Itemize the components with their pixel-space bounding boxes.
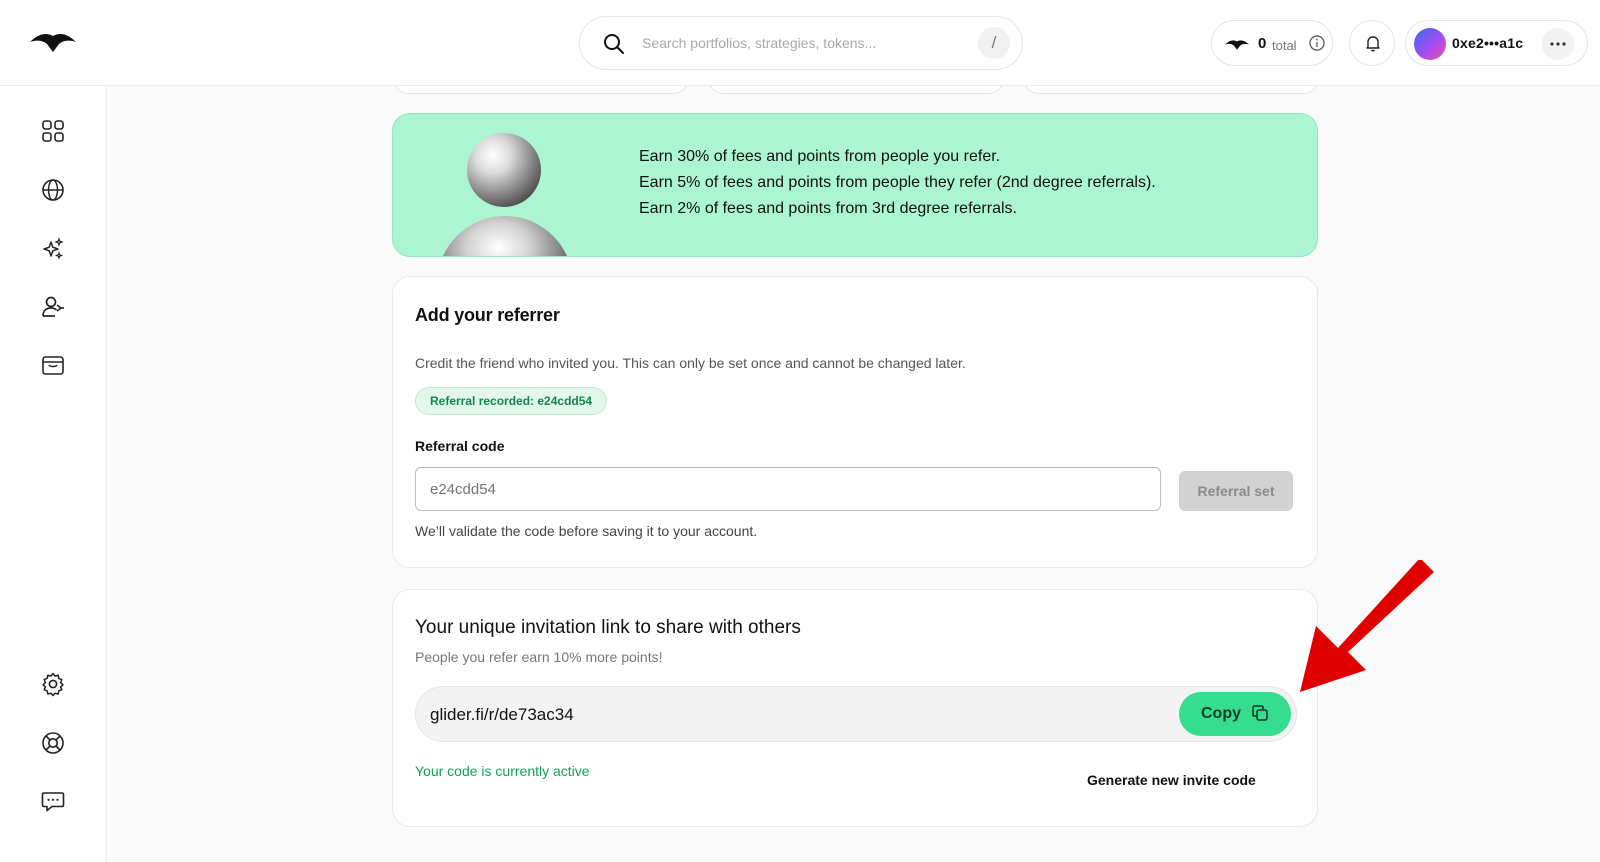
referral-status-badge: Referral recorded: e24cdd54 — [415, 387, 608, 415]
invite-link-field[interactable]: glider.fi/r/de73ac34 Copy — [415, 686, 1297, 742]
invite-card-subtitle: People you refer earn 10% more points! — [415, 649, 663, 665]
chat-icon[interactable] — [40, 788, 66, 814]
wallet-address: 0xe2•••a1c — [1452, 35, 1524, 51]
stat-card — [708, 86, 1004, 94]
glider-logo-icon[interactable] — [28, 26, 78, 56]
referral-code-label: Referral code — [415, 438, 505, 454]
points-pill[interactable]: 0 total — [1211, 20, 1333, 66]
generate-invite-code-button[interactable]: Generate new invite code — [1087, 772, 1256, 788]
dashboard-icon[interactable] — [40, 118, 66, 144]
avatar — [1414, 28, 1446, 60]
referral-rewards-banner: Earn 30% of fees and points from people … — [392, 113, 1318, 257]
add-referrer-card: Add your referrer Credit the friend who … — [392, 276, 1318, 568]
code-active-status: Your code is currently active — [415, 763, 590, 779]
referral-help-text: We’ll validate the code before saving it… — [415, 523, 758, 539]
banner-line: Earn 5% of fees and points from people t… — [639, 174, 1156, 191]
points-value: 0 — [1258, 35, 1267, 52]
main-content: Earn 30% of fees and points from people … — [108, 86, 1600, 862]
card-title: Add your referrer — [415, 305, 560, 325]
notifications-button[interactable] — [1349, 20, 1395, 66]
annotation-arrow-icon — [1300, 560, 1434, 692]
banner-line: Earn 2% of fees and points from 3rd degr… — [639, 200, 1017, 217]
referral-code-input[interactable] — [415, 467, 1161, 511]
invite-link-url[interactable]: glider.fi/r/de73ac34 — [430, 705, 574, 725]
person-illustration-head — [467, 133, 541, 207]
invite-link-card: Your unique invitation link to share wit… — [392, 589, 1318, 827]
more-options-button[interactable] — [1542, 28, 1574, 60]
sidebar — [0, 86, 107, 862]
search-placeholder[interactable]: Search portfolios, strategies, tokens... — [642, 35, 876, 51]
top-header: Search portfolios, strategies, tokens...… — [0, 0, 1600, 86]
wallet-icon[interactable] — [40, 352, 66, 378]
referral-set-button[interactable]: Referral set — [1179, 471, 1293, 511]
info-icon[interactable] — [1308, 34, 1326, 52]
more-dots-icon — [1550, 42, 1566, 46]
sparkles-icon[interactable] — [40, 236, 66, 262]
stats-cards-row — [393, 86, 1319, 94]
search-icon — [602, 32, 626, 56]
stat-card — [1023, 86, 1319, 94]
points-logo-icon — [1224, 36, 1250, 52]
settings-gear-icon[interactable] — [40, 671, 66, 697]
globe-icon[interactable] — [40, 177, 66, 203]
person-illustration-body — [437, 216, 573, 256]
copy-button[interactable]: Copy — [1179, 692, 1291, 736]
help-lifebuoy-icon[interactable] — [40, 730, 66, 756]
points-label: total — [1272, 38, 1297, 53]
search-bar[interactable]: Search portfolios, strategies, tokens...… — [579, 16, 1023, 70]
account-button[interactable]: 0xe2•••a1c — [1405, 20, 1588, 66]
stat-card — [393, 86, 689, 94]
invite-card-title: Your unique invitation link to share wit… — [415, 617, 801, 638]
copy-button-label: Copy — [1201, 705, 1241, 722]
card-description: Credit the friend who invited you. This … — [415, 355, 966, 371]
bell-icon — [1366, 36, 1380, 52]
referral-icon[interactable] — [40, 294, 66, 320]
search-shortcut-key: / — [978, 27, 1010, 59]
banner-line: Earn 30% of fees and points from people … — [639, 148, 1001, 165]
copy-icon — [1251, 704, 1269, 722]
